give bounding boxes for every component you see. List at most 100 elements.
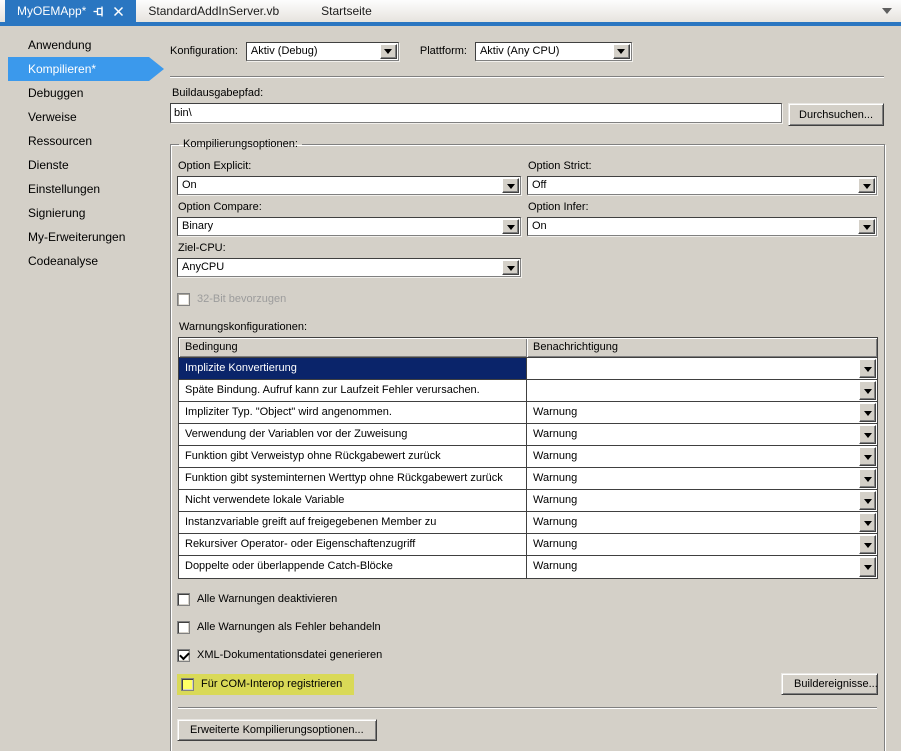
sidebar-item-dienste[interactable]: Dienste xyxy=(0,153,165,177)
notification-value: Warnung xyxy=(533,428,578,440)
chevron-down-icon[interactable] xyxy=(859,425,876,444)
option-strict-value: Off xyxy=(532,179,547,191)
chevron-down-icon[interactable] xyxy=(859,535,876,554)
pin-icon[interactable] xyxy=(93,5,106,18)
tab-startseite[interactable]: Startseite xyxy=(309,0,384,22)
notification-cell[interactable]: Warnung xyxy=(527,534,877,555)
prefer-32bit-label: 32-Bit bevorzugen xyxy=(197,293,287,305)
notification-cell[interactable]: Warnung xyxy=(527,490,877,511)
condition-cell[interactable]: Impliziter Typ. "Object" wird angenommen… xyxy=(179,402,527,423)
com-interop-checkbox[interactable] xyxy=(181,677,194,691)
configuration-select[interactable]: Aktiv (Debug) xyxy=(245,41,399,61)
section-divider xyxy=(170,76,884,78)
sidebar-item-anwendung[interactable]: Anwendung xyxy=(0,33,165,57)
sidebar-item-my-erweiterungen[interactable]: My-Erweiterungen xyxy=(0,225,165,249)
sidebar-item-signierung[interactable]: Signierung xyxy=(0,201,165,225)
notification-value: Warnung xyxy=(533,406,578,418)
table-row[interactable]: Späte Bindung. Aufruf kann zur Laufzeit … xyxy=(179,380,877,402)
xml-documentation-checkbox[interactable] xyxy=(177,648,190,662)
condition-cell[interactable]: Funktion gibt systeminternen Werttyp ohn… xyxy=(179,468,527,489)
close-icon[interactable] xyxy=(113,6,124,17)
chevron-down-icon[interactable] xyxy=(502,260,519,275)
table-row[interactable]: Verwendung der Variablen vor der Zuweisu… xyxy=(179,424,877,446)
com-interop-label: Für COM-Interop registrieren xyxy=(201,678,343,690)
notification-cell[interactable]: Warnung xyxy=(527,512,877,533)
advanced-compile-options-button[interactable]: Erweiterte Kompilierungsoptionen... xyxy=(177,719,377,741)
sidebar-item-verweise[interactable]: Verweise xyxy=(0,105,165,129)
table-row[interactable]: Funktion gibt Verweistyp ohne Rückgabewe… xyxy=(179,446,877,468)
sidebar-item-ressourcen[interactable]: Ressourcen xyxy=(0,129,165,153)
disable-all-warnings-label: Alle Warnungen deaktivieren xyxy=(197,593,338,605)
table-row[interactable]: Implizite Konvertierung xyxy=(179,358,877,380)
condition-cell[interactable]: Funktion gibt Verweistyp ohne Rückgabewe… xyxy=(179,446,527,467)
sidebar-item-codeanalyse[interactable]: Codeanalyse xyxy=(0,249,165,273)
chevron-down-icon[interactable] xyxy=(859,359,876,378)
column-header-bedingung[interactable]: Bedingung xyxy=(179,338,527,357)
condition-cell[interactable]: Verwendung der Variablen vor der Zuweisu… xyxy=(179,424,527,445)
chevron-down-icon[interactable] xyxy=(859,491,876,510)
condition-cell[interactable]: Nicht verwendete lokale Variable xyxy=(179,490,527,511)
table-row[interactable]: Funktion gibt systeminternen Werttyp ohn… xyxy=(179,468,877,490)
chevron-down-icon[interactable] xyxy=(858,178,875,193)
table-row[interactable]: Doppelte oder überlappende Catch-Blöcke … xyxy=(179,556,877,578)
condition-cell[interactable]: Rekursiver Operator- oder Eigenschaftenz… xyxy=(179,534,527,555)
chevron-down-icon[interactable] xyxy=(859,403,876,422)
target-cpu-value: AnyCPU xyxy=(182,261,225,273)
chevron-down-icon[interactable] xyxy=(859,381,876,400)
table-row[interactable]: Instanzvariable greift auf freigegebenen… xyxy=(179,512,877,534)
sidebar-item-kompilieren[interactable]: Kompilieren* xyxy=(8,57,164,81)
option-infer-label: Option Infer: xyxy=(528,201,589,213)
target-cpu-select[interactable]: AnyCPU xyxy=(177,258,521,277)
com-interop-highlight: Für COM-Interop registrieren xyxy=(177,673,355,695)
option-compare-select[interactable]: Binary xyxy=(177,217,521,236)
notification-cell[interactable]: Warnung xyxy=(527,446,877,467)
option-explicit-label: Option Explicit: xyxy=(178,160,252,172)
chevron-down-icon[interactable] xyxy=(612,43,630,59)
table-row[interactable]: Impliziter Typ. "Object" wird angenommen… xyxy=(179,402,877,424)
warnings-as-errors-label: Alle Warnungen als Fehler behandeln xyxy=(197,621,381,633)
condition-cell[interactable]: Instanzvariable greift auf freigegebenen… xyxy=(179,512,527,533)
notification-cell[interactable] xyxy=(527,380,877,401)
chevron-down-icon[interactable] xyxy=(859,447,876,466)
chevron-down-icon[interactable] xyxy=(858,219,875,234)
build-events-button[interactable]: Buildereignisse... xyxy=(781,673,878,695)
sidebar-item-einstellungen[interactable]: Einstellungen xyxy=(0,177,165,201)
tab-standardaddinserver[interactable]: StandardAddInServer.vb xyxy=(136,0,291,22)
disable-all-warnings-checkbox[interactable] xyxy=(177,592,190,606)
notification-cell[interactable]: Warnung xyxy=(527,556,877,578)
option-infer-select[interactable]: On xyxy=(527,217,877,236)
chevron-down-icon[interactable] xyxy=(859,469,876,488)
notification-cell[interactable]: Warnung xyxy=(527,424,877,445)
browse-button[interactable]: Durchsuchen... xyxy=(788,103,884,126)
condition-cell[interactable]: Implizite Konvertierung xyxy=(179,358,527,379)
option-strict-select[interactable]: Off xyxy=(527,176,877,195)
notification-cell[interactable] xyxy=(527,358,877,379)
platform-select[interactable]: Aktiv (Any CPU) xyxy=(474,41,632,61)
table-row[interactable]: Rekursiver Operator- oder Eigenschaftenz… xyxy=(179,534,877,556)
option-compare-value: Binary xyxy=(182,220,214,232)
compile-options-groupbox: Kompilierungsoptionen: Option Explicit: … xyxy=(170,138,885,751)
document-tab-bar: MyOEMApp* StandardAddInServer.vb Startse… xyxy=(0,0,901,22)
tab-project-properties[interactable]: MyOEMApp* xyxy=(5,0,137,22)
chevron-down-icon[interactable] xyxy=(859,513,876,532)
chevron-down-icon[interactable] xyxy=(502,178,519,193)
option-explicit-select[interactable]: On xyxy=(177,176,521,195)
tab-label: Startseite xyxy=(321,4,372,18)
sidebar-item-debuggen[interactable]: Debuggen xyxy=(0,81,165,105)
condition-cell[interactable]: Späte Bindung. Aufruf kann zur Laufzeit … xyxy=(179,380,527,401)
notification-cell[interactable]: Warnung xyxy=(527,402,877,423)
column-header-benachrichtigung[interactable]: Benachrichtigung xyxy=(527,338,877,357)
build-output-path-input[interactable] xyxy=(170,103,783,123)
chevron-down-icon[interactable] xyxy=(502,219,519,234)
chevron-down-icon[interactable] xyxy=(859,557,876,577)
compile-options-group-label: Kompilierungsoptionen: xyxy=(183,138,298,150)
notification-cell[interactable]: Warnung xyxy=(527,468,877,489)
table-row[interactable]: Nicht verwendete lokale Variable Warnung xyxy=(179,490,877,512)
tab-overflow-dropdown-icon[interactable] xyxy=(882,8,892,14)
condition-cell[interactable]: Doppelte oder überlappende Catch-Blöcke xyxy=(179,556,527,578)
build-output-path-label: Buildausgabepfad: xyxy=(172,87,264,99)
option-strict-label: Option Strict: xyxy=(528,160,592,172)
chevron-down-icon[interactable] xyxy=(379,43,397,59)
warnings-as-errors-checkbox[interactable] xyxy=(177,620,190,634)
section-divider xyxy=(178,707,877,709)
